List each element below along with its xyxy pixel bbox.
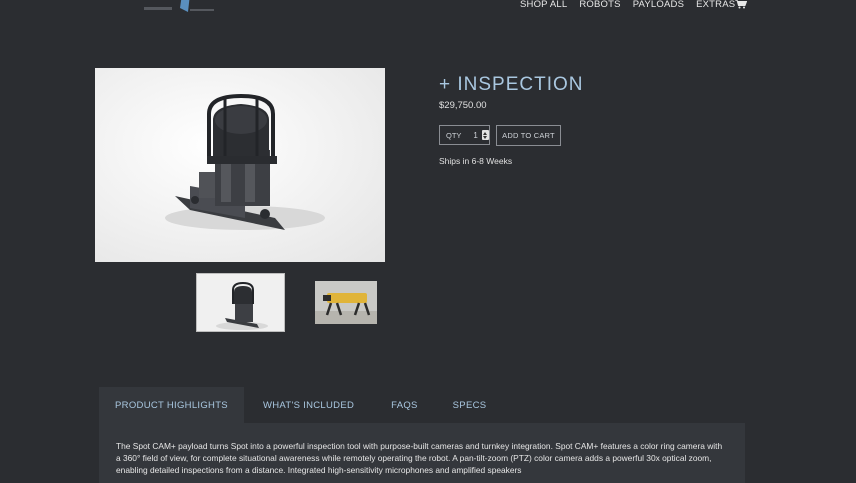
add-to-cart-button[interactable]: ADD TO CART [496, 125, 561, 146]
thumbnail-robot-image [315, 281, 377, 324]
nav-extras[interactable]: EXTRAS [696, 0, 735, 10]
logo-icon[interactable] [144, 0, 216, 16]
cart-icon[interactable] [735, 0, 747, 9]
tab-whats-included[interactable]: WHAT'S INCLUDED [263, 387, 354, 423]
nav-payloads[interactable]: PAYLOADS [633, 0, 684, 10]
nav-shop-all[interactable]: SHOP ALL [520, 0, 567, 10]
stepper-arrows-icon[interactable] [481, 130, 489, 140]
product-description: The Spot CAM+ payload turns Spot into a … [116, 441, 723, 476]
qty-label: QTY [446, 130, 462, 140]
shipping-info: Ships in 6-8 Weeks [439, 156, 513, 166]
product-price: $29,750.00 [439, 100, 487, 111]
tab-product-highlights[interactable]: PRODUCT HIGHLIGHTS [99, 387, 244, 423]
qty-value[interactable]: 1 [473, 131, 477, 140]
tab-specs[interactable]: SPECS [453, 387, 487, 423]
thumbnail-payload[interactable] [196, 273, 285, 332]
quantity-stepper[interactable]: QTY 1 [439, 125, 490, 145]
product-main-image[interactable] [95, 68, 385, 262]
spot-cam-payload-illustration [165, 93, 325, 230]
thumbnail-payload-image [216, 281, 268, 330]
product-tabs: PRODUCT HIGHLIGHTS WHAT'S INCLUDED FAQS … [99, 387, 745, 423]
tab-faqs[interactable]: FAQS [391, 387, 418, 423]
main-nav: SHOP ALL ROBOTS PAYLOADS EXTRAS [520, 0, 735, 10]
thumbnail-robot[interactable] [315, 281, 377, 324]
product-title: + INSPECTION [439, 74, 584, 95]
nav-robots[interactable]: ROBOTS [579, 0, 620, 10]
